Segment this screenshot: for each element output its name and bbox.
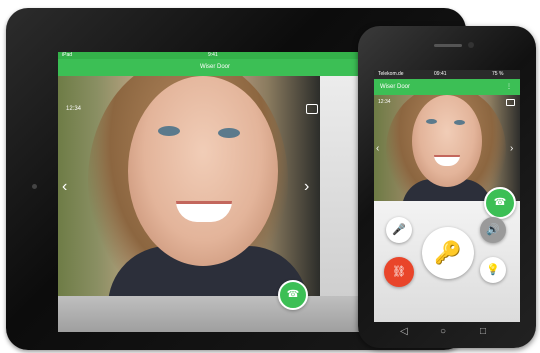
eye-shape (426, 119, 437, 124)
tablet-status-bar: iPad 9:41 (58, 52, 372, 59)
tablet-app-title: Wiser Door (199, 64, 230, 70)
eye-shape (454, 120, 465, 125)
phone-screen: Telekom.de 09:41 75 % Wiser Door ⋮ 12:34… (374, 70, 520, 322)
light-button[interactable]: 💡 (480, 257, 506, 283)
phone-nav-bar: ◁ ○ □ (374, 324, 520, 344)
speaker-button[interactable]: 🔊 (480, 217, 506, 243)
tablet-app-bar: Wiser Door (58, 59, 372, 76)
tablet-video-feed: 12:34 ‹ › (58, 76, 320, 296)
front-camera-icon (468, 42, 474, 48)
snapshot-camera-icon[interactable] (306, 104, 318, 114)
tablet-bottom-bar (58, 296, 372, 332)
battery-label: 75 % (492, 71, 504, 77)
control-panel: ☎ 🎤 🔑 🔊 ⛓ 💡 (374, 187, 520, 322)
call-icon: ☎ (286, 289, 300, 300)
face-shape (128, 76, 278, 266)
status-clock: 09:41 (434, 71, 447, 77)
eye-shape (218, 128, 240, 138)
mic-off-icon: 🎤 (392, 224, 406, 236)
gate-button[interactable]: ⛓ (384, 257, 414, 287)
chevron-left-icon[interactable]: ‹ (376, 143, 379, 154)
overflow-menu-icon[interactable]: ⋮ (506, 79, 512, 95)
key-icon: 🔑 (434, 240, 462, 265)
phone-time-overlay: 12:34 (378, 99, 391, 105)
tablet-status-center: 9:41 (208, 52, 218, 58)
speaker-icon: 🔊 (486, 224, 500, 236)
carrier-label: Telekom.de (378, 71, 404, 77)
back-icon[interactable]: ◁ (400, 326, 408, 337)
phone-status-bar: Telekom.de 09:41 75 % (374, 70, 520, 79)
chevron-left-icon[interactable]: ‹ (62, 178, 67, 196)
tablet-camera-icon (32, 184, 37, 189)
mute-mic-button[interactable]: 🎤 (386, 217, 412, 243)
gate-icon: ⛓ (392, 266, 406, 278)
chevron-right-icon[interactable]: › (304, 178, 309, 196)
snapshot-camera-icon[interactable] (506, 99, 515, 106)
tablet-time-overlay: 12:34 (66, 106, 82, 112)
earpiece (434, 44, 462, 47)
door-open-button[interactable]: 🔑 (422, 227, 474, 279)
call-button[interactable]: ☎ (484, 187, 516, 219)
tablet-status-left: iPad (62, 52, 73, 58)
call-button[interactable]: ☎ (278, 280, 308, 310)
face-shape (412, 95, 482, 187)
phone-video-feed: 12:34 ‹ › (374, 95, 520, 201)
eye-shape (158, 126, 180, 136)
phone-device: Telekom.de 09:41 75 % Wiser Door ⋮ 12:34… (358, 26, 536, 348)
home-icon[interactable]: ○ (440, 326, 446, 337)
light-bulb-icon: 💡 (486, 264, 500, 276)
phone-app-bar: Wiser Door ⋮ (374, 79, 520, 95)
chevron-right-icon[interactable]: › (510, 143, 513, 154)
recent-apps-icon[interactable]: □ (480, 326, 486, 337)
tablet-screen: iPad 9:41 Wiser Door 12:34 ‹ › ☎ (58, 52, 372, 332)
call-icon: ☎ (493, 197, 507, 208)
phone-app-title: Wiser Door (380, 84, 411, 90)
